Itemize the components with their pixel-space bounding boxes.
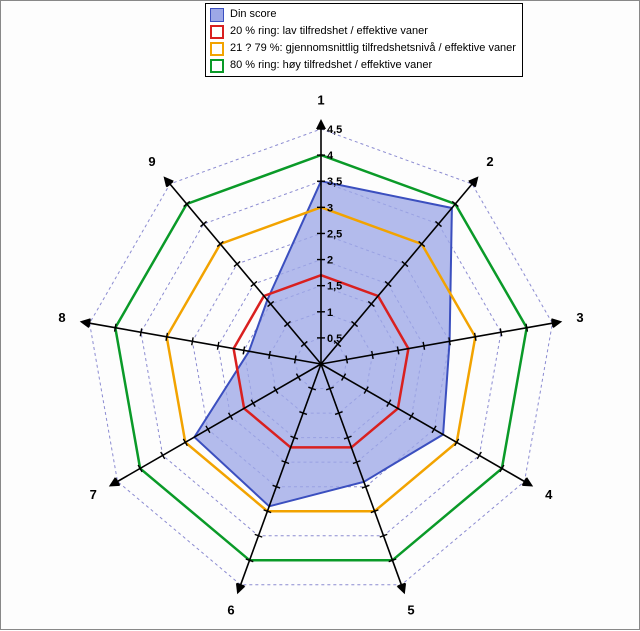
category-label: 3 (576, 310, 583, 325)
series-score-area (194, 181, 452, 506)
radial-tick-label: 1 (327, 307, 333, 319)
radial-tick-label: 4,5 (327, 124, 342, 136)
axis-tick (192, 337, 193, 345)
radar-chart: 1 2 3 4 5 6 7 8 9 0,5 1 1,5 2 2,5 3 3,5 4 4,5 (1, 1, 640, 631)
axis-arrow (316, 119, 326, 129)
radial-tick-label: 3 (327, 202, 333, 214)
category-label: 2 (486, 154, 493, 169)
axis-arrow (80, 318, 91, 328)
category-label: 6 (227, 603, 234, 618)
category-label: 5 (407, 603, 414, 618)
radar-chart-frame: Din score 20 % ring: lav tilfredshet / e… (0, 0, 640, 630)
category-label: 4 (545, 487, 553, 502)
category-label: 1 (317, 92, 324, 107)
radial-tick-label: 3,5 (327, 176, 342, 188)
radial-tick-label: 1,5 (327, 281, 342, 293)
axis-tick (217, 342, 218, 350)
category-label: 7 (90, 487, 97, 502)
radial-tick-label: 2,5 (327, 228, 342, 240)
category-label: 9 (148, 154, 155, 169)
category-label: 8 (58, 310, 65, 325)
radial-tick-label: 2 (327, 255, 333, 267)
axis-arrow (552, 318, 563, 328)
radial-tick-label: 4 (327, 150, 334, 162)
radial-tick-label: 0,5 (327, 333, 342, 345)
